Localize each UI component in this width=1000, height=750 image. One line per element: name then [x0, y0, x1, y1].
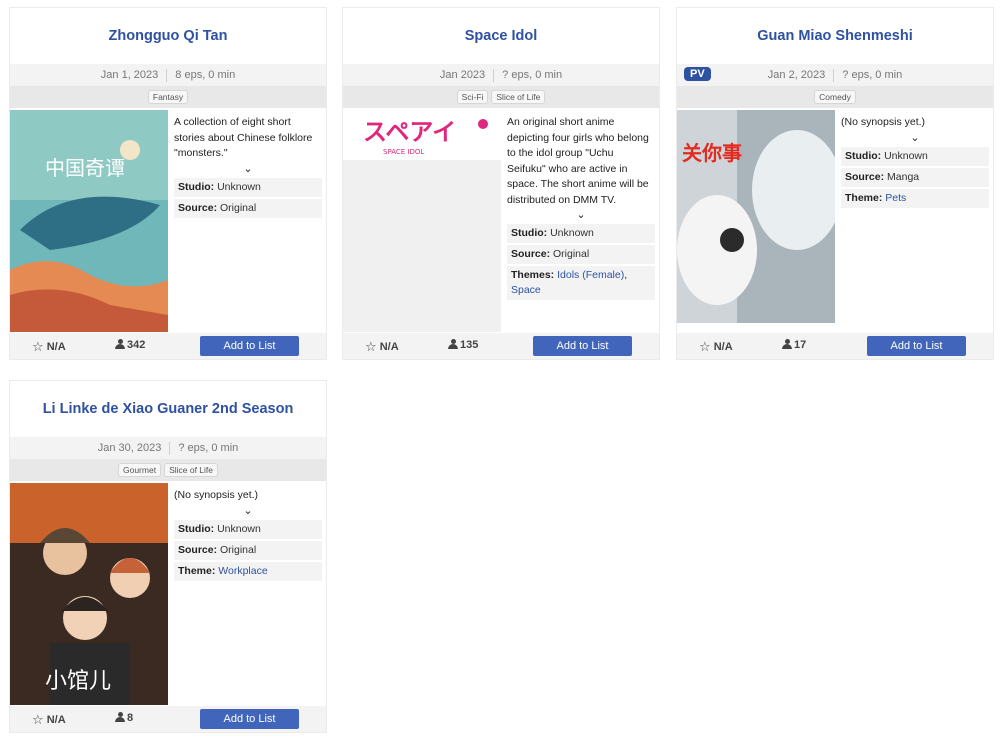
- studio-row: Studio: Unknown: [174, 177, 322, 197]
- anime-meta: Jan 2023 ? eps, 0 min: [343, 64, 659, 86]
- divider: [493, 68, 495, 82]
- anime-card: Guan Miao Shenmeshi PV Jan 2, 2023 ? eps…: [676, 7, 994, 360]
- chevron-down-icon[interactable]: ⌄: [841, 131, 989, 145]
- anime-card: Zhongguo Qi Tan Jan 1, 2023 8 eps, 0 min…: [9, 7, 327, 360]
- anime-meta: Jan 1, 2023 8 eps, 0 min: [10, 64, 326, 86]
- source-row: Source: Original: [507, 245, 655, 264]
- card-footer: ☆ N/A 17 Add to List: [677, 333, 993, 359]
- members-count: 17: [782, 339, 806, 351]
- genre-tag[interactable]: Sci-Fi: [456, 90, 489, 104]
- source-row: Source: Original: [174, 198, 322, 218]
- synopsis: A collection of eight short stories abou…: [174, 116, 313, 159]
- theme-link[interactable]: Pets: [885, 192, 906, 204]
- anime-cover-image[interactable]: 小馆儿: [10, 483, 168, 705]
- genre-list: Fantasy: [10, 86, 326, 108]
- pv-badge[interactable]: PV: [684, 67, 711, 81]
- divider: [166, 68, 168, 82]
- anime-title[interactable]: Zhongguo Qi Tan: [10, 8, 326, 64]
- anime-cover-image[interactable]: 关你事: [677, 110, 835, 323]
- divider: [169, 441, 171, 455]
- chevron-down-icon[interactable]: ⌄: [174, 162, 322, 176]
- add-to-list-button[interactable]: Add to List: [200, 709, 299, 729]
- logo-text: スペアイ: [363, 118, 456, 146]
- score: ☆ N/A: [699, 339, 733, 354]
- theme-link[interactable]: Idols (Female): [557, 269, 624, 281]
- add-to-list-button[interactable]: Add to List: [867, 336, 966, 356]
- synopsis: An original short anime depicting four g…: [507, 116, 649, 206]
- star-icon: ☆: [699, 339, 711, 354]
- themes-row: Themes: Idols (Female), Space: [507, 266, 655, 300]
- members-count: 8: [115, 712, 133, 724]
- genre-list: Sci-Fi Slice of Life: [343, 86, 659, 108]
- card-footer: ☆ N/A 8 Add to List: [10, 706, 326, 732]
- air-date: Jan 2023: [439, 69, 486, 81]
- star-icon: ☆: [32, 712, 44, 727]
- synopsis: (No synopsis yet.): [174, 489, 259, 501]
- episode-info: ? eps, 0 min: [502, 69, 563, 81]
- genre-tag[interactable]: Fantasy: [147, 90, 189, 104]
- genre-tag[interactable]: Slice of Life: [491, 90, 546, 104]
- source-row: Source: Manga: [841, 167, 989, 187]
- episode-info: ? eps, 0 min: [178, 442, 239, 454]
- logo-subtext: SPACE IDOL: [383, 148, 424, 156]
- score: ☆ N/A: [365, 339, 399, 354]
- anime-cover-image[interactable]: 中国奇谭: [10, 110, 168, 332]
- air-date: Jan 2, 2023: [767, 69, 826, 81]
- theme-row: Theme: Pets: [841, 188, 989, 208]
- card-footer: ☆ N/A 342 Add to List: [10, 333, 326, 359]
- source-row: Source: Original: [174, 540, 322, 560]
- chevron-down-icon[interactable]: ⌄: [507, 208, 655, 222]
- anime-card: Li Linke de Xiao Guaner 2nd Season Jan 3…: [9, 380, 327, 733]
- anime-title[interactable]: Space Idol: [343, 8, 659, 64]
- anime-meta: Jan 30, 2023 ? eps, 0 min: [10, 437, 326, 459]
- studio-row: Studio: Unknown: [507, 224, 655, 243]
- anime-card: Space Idol Jan 2023 ? eps, 0 min Sci-Fi …: [342, 7, 660, 360]
- star-icon: ☆: [365, 339, 377, 354]
- theme-link[interactable]: Space: [511, 284, 541, 296]
- anime-meta: PV Jan 2, 2023 ? eps, 0 min: [677, 64, 993, 86]
- anime-title[interactable]: Li Linke de Xiao Guaner 2nd Season: [10, 381, 326, 437]
- studio-row: Studio: Unknown: [841, 146, 989, 166]
- genre-tag[interactable]: Gourmet: [117, 463, 162, 477]
- episode-info: ? eps, 0 min: [842, 69, 903, 81]
- members-count: 342: [115, 339, 145, 351]
- genre-list: Gourmet Slice of Life: [10, 459, 326, 481]
- anime-title[interactable]: Guan Miao Shenmeshi: [677, 8, 993, 64]
- studio-row: Studio: Unknown: [174, 519, 322, 539]
- person-icon: [782, 339, 792, 349]
- divider: [833, 68, 835, 82]
- logo-text: 小馆儿: [45, 669, 111, 694]
- anime-cover-image[interactable]: スペアイ SPACE IDOL: [343, 110, 501, 332]
- synopsis: (No synopsis yet.): [841, 116, 926, 128]
- add-to-list-button[interactable]: Add to List: [200, 336, 299, 356]
- anime-grid: Zhongguo Qi Tan Jan 1, 2023 8 eps, 0 min…: [0, 0, 1000, 750]
- logo-text: 关你事: [682, 141, 742, 165]
- svg-text:中国奇谭: 中国奇谭: [45, 156, 125, 180]
- card-footer: ☆ N/A 135 Add to List: [343, 333, 659, 359]
- person-icon: [448, 339, 458, 349]
- chevron-down-icon[interactable]: ⌄: [174, 504, 322, 518]
- air-date: Jan 30, 2023: [97, 442, 162, 454]
- genre-tag[interactable]: Comedy: [814, 90, 856, 104]
- members-count: 135: [448, 339, 478, 351]
- score: ☆ N/A: [32, 712, 66, 727]
- genre-tag[interactable]: Slice of Life: [164, 463, 219, 477]
- person-icon: [115, 712, 125, 722]
- genre-list: Comedy: [677, 86, 993, 108]
- theme-link[interactable]: Workplace: [218, 565, 267, 577]
- add-to-list-button[interactable]: Add to List: [533, 336, 632, 356]
- person-icon: [115, 339, 125, 349]
- episode-info: 8 eps, 0 min: [175, 69, 236, 81]
- theme-row: Theme: Workplace: [174, 561, 322, 581]
- score: ☆ N/A: [32, 339, 66, 354]
- air-date: Jan 1, 2023: [100, 69, 159, 81]
- star-icon: ☆: [32, 339, 44, 354]
